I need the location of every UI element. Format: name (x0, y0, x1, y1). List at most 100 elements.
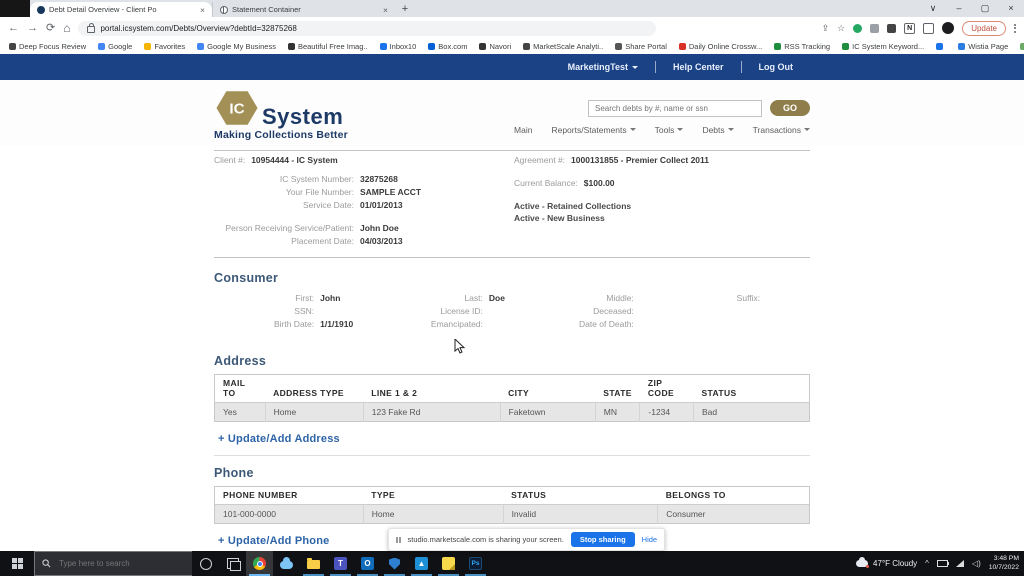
refresh-icon[interactable]: ⟳ (46, 23, 55, 34)
nav-tools[interactable]: Tools (655, 125, 684, 135)
browser-menu-icon[interactable] (1014, 24, 1016, 33)
chevron-down-icon (728, 128, 734, 131)
bookmark-item[interactable]: Favorites (144, 42, 185, 51)
share-icon[interactable]: ⇪ (822, 23, 830, 33)
cloud-app-icon[interactable] (273, 551, 300, 576)
bookmark-item[interactable]: RSS Tracking (774, 42, 830, 51)
last-name-value: Doe (489, 292, 505, 304)
tab-close-icon[interactable]: × (200, 5, 205, 15)
tab-title: Statement Container (232, 5, 379, 14)
chevron-down-icon (677, 128, 683, 131)
ic-system-logo[interactable]: IC System Making Collections Better (214, 85, 348, 141)
page-content: Client #:10954444 - IC System IC System … (0, 146, 1024, 551)
outlook-icon[interactable]: O (354, 551, 381, 576)
battery-icon[interactable] (937, 560, 948, 567)
bookmark-item[interactable]: Deep Focus Review (9, 42, 86, 51)
nav-main[interactable]: Main (514, 125, 532, 135)
help-center-link[interactable]: Help Center (656, 62, 741, 72)
grammarly-extension-icon[interactable] (853, 24, 862, 33)
bookmark-favicon (774, 43, 781, 50)
bookmark-item[interactable]: Inbox10 (380, 42, 417, 51)
bookmark-item[interactable] (936, 43, 946, 50)
cortana-icon[interactable] (192, 551, 219, 576)
reading-list-extension-icon[interactable] (870, 24, 879, 33)
nav-transactions[interactable]: Transactions (753, 125, 810, 135)
forward-icon[interactable]: → (27, 23, 38, 34)
sidebar-icon[interactable] (923, 23, 934, 34)
notion-extension-icon[interactable]: N (904, 23, 915, 34)
tab-title: Debt Detail Overview - Client Po (49, 5, 196, 14)
taskbar-clock[interactable]: 3:48 PM 10/7/2022 (989, 555, 1019, 572)
consumer-fields: First:John Last:Doe Middle: Suffix: SSN:… (214, 292, 810, 330)
log-out-link[interactable]: Log Out (742, 62, 811, 72)
table-row[interactable]: Yes Home 123 Fake Rd Faketown MN -1234 B… (215, 403, 810, 422)
bookmark-item[interactable]: Google My Business (197, 42, 276, 51)
screen-share-banner: studio.marketscale.com is sharing your s… (388, 528, 665, 551)
close-button[interactable]: × (998, 0, 1024, 17)
url-omnibox[interactable]: portal.icsystem.com/Debts/Overview?debtI… (78, 21, 656, 36)
table-row[interactable]: 101-000-0000 Home Invalid Consumer (215, 505, 810, 524)
window-controls: ∨ – ▢ × (920, 0, 1024, 17)
agreement-label: Agreement #: (514, 154, 565, 167)
service-date-value: 01/01/2013 (360, 199, 403, 212)
photos-icon[interactable]: ▲ (408, 551, 435, 576)
weather-widget[interactable]: 47°F Cloudy (856, 559, 917, 568)
bookmark-favicon (679, 43, 686, 50)
bookmark-item[interactable]: Wistia Page (958, 42, 1008, 51)
account-menu[interactable]: MarketingTest (551, 62, 655, 72)
start-button[interactable] (0, 551, 34, 576)
network-icon[interactable] (956, 560, 964, 567)
first-name-value: John (320, 292, 340, 304)
bookmark-item[interactable]: Google (98, 42, 132, 51)
sticky-notes-icon[interactable] (435, 551, 462, 576)
portal-top-bar: MarketingTest Help Center Log Out (0, 54, 1024, 80)
cloud-icon (856, 560, 868, 567)
search-icon (42, 559, 51, 568)
bookmark-item[interactable]: Share Portal (615, 42, 667, 51)
search-go-button[interactable]: GO (770, 100, 810, 116)
windows-security-icon[interactable] (381, 551, 408, 576)
profile-avatar[interactable] (942, 22, 954, 34)
client-number-label: Client #: (214, 154, 245, 167)
tab-statement-container[interactable]: Statement Container × (212, 2, 395, 17)
task-view-icon[interactable] (219, 551, 246, 576)
extensions-puzzle-icon[interactable] (887, 24, 896, 33)
bookmark-item[interactable]: MarketScale Analyti.. (523, 42, 603, 51)
hide-banner-link[interactable]: Hide (642, 535, 657, 544)
chrome-chevron-icon[interactable]: ∨ (920, 0, 946, 17)
bookmark-item[interactable]: Daily Online Crossw... (679, 42, 762, 51)
update-add-address-link[interactable]: + Update/Add Address (218, 433, 810, 445)
client-number-value: 10954444 - IC System (251, 154, 337, 167)
account-summary: Client #:10954444 - IC System IC System … (214, 150, 810, 258)
volume-icon[interactable]: ◁) (972, 559, 981, 568)
photoshop-icon[interactable]: Ps (462, 551, 489, 576)
nav-debts[interactable]: Debts (702, 125, 733, 135)
taskbar-search[interactable] (34, 551, 192, 576)
chrome-update-button[interactable]: Update (962, 21, 1006, 36)
bookmark-item[interactable]: Wordle (1020, 42, 1024, 51)
windows-taskbar: T O ▲ Ps 47°F Cloudy ^ ◁) 3:48 PM 10/7/2… (0, 551, 1024, 576)
bookmark-item[interactable]: Beautiful Free Imag.. (288, 42, 368, 51)
new-tab-button[interactable]: + (395, 3, 415, 17)
teams-icon[interactable]: T (327, 551, 354, 576)
chrome-taskbar-icon[interactable] (246, 551, 273, 576)
debt-search-input[interactable] (588, 100, 762, 117)
bookmark-item[interactable]: Navori (479, 42, 511, 51)
home-icon[interactable]: ⌂ (63, 23, 70, 34)
placement-date-value: 04/03/2013 (360, 235, 403, 248)
tab-debt-detail-overview[interactable]: Debt Detail Overview - Client Po × (30, 2, 212, 17)
nav-reports-statements[interactable]: Reports/Statements (551, 125, 635, 135)
taskbar-search-input[interactable] (57, 558, 181, 569)
bookmark-favicon (615, 43, 622, 50)
tab-close-icon[interactable]: × (383, 5, 388, 15)
file-explorer-icon[interactable] (300, 551, 327, 576)
maximize-button[interactable]: ▢ (972, 0, 998, 17)
minimize-button[interactable]: – (946, 0, 972, 17)
back-icon[interactable]: ← (8, 23, 19, 34)
screen: Debt Detail Overview - Client Po × State… (0, 0, 1024, 576)
bookmark-item[interactable]: IC System Keyword... (842, 42, 924, 51)
stop-sharing-button[interactable]: Stop sharing (571, 532, 635, 547)
bookmark-star-icon[interactable]: ☆ (837, 23, 845, 33)
tray-expand-icon[interactable]: ^ (925, 559, 929, 568)
bookmark-item[interactable]: Box.com (428, 42, 467, 51)
